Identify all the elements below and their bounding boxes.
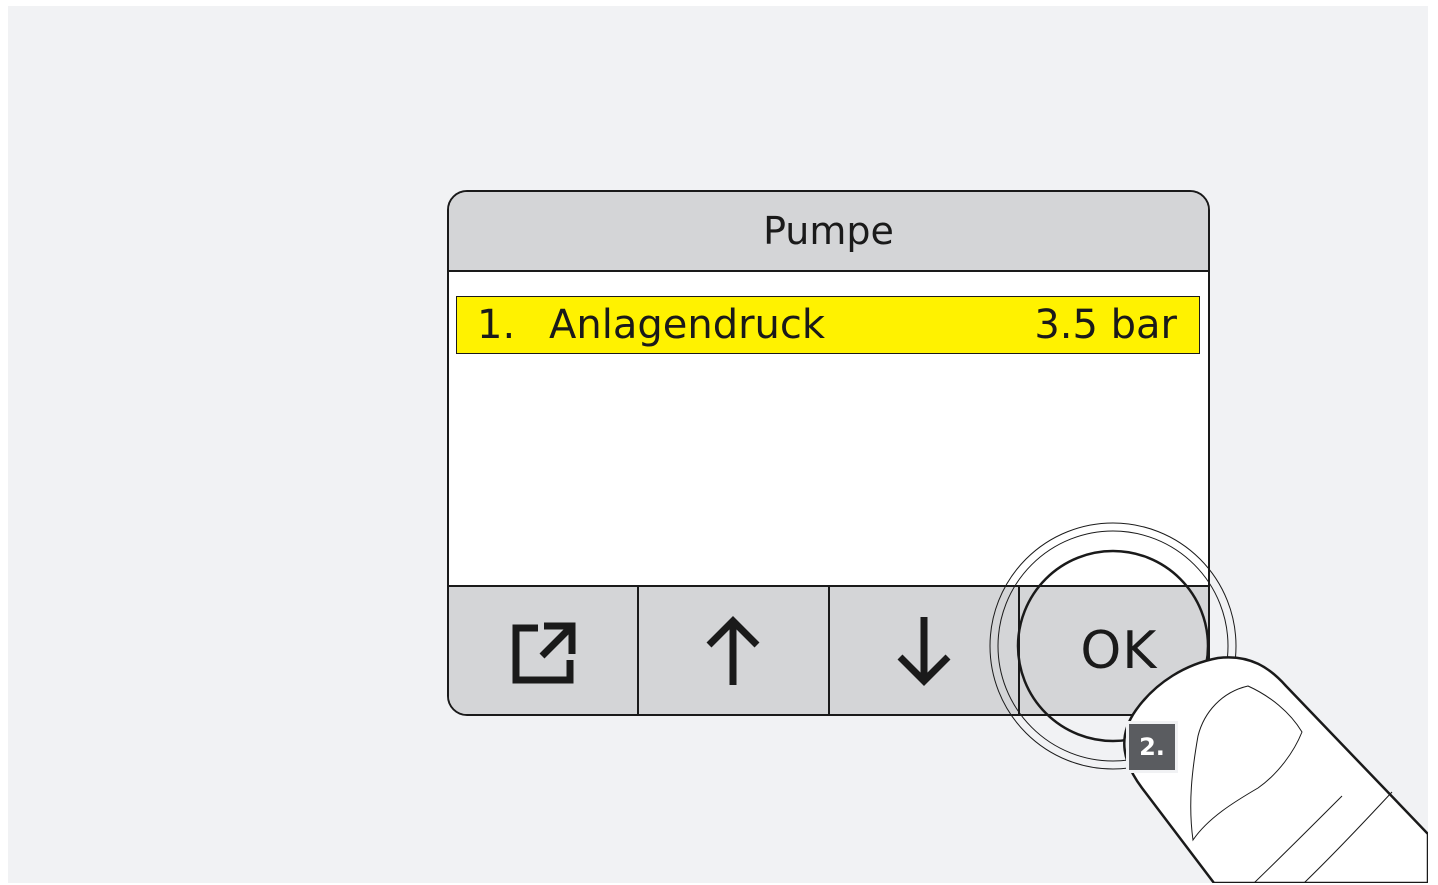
step-badge: 2.	[1126, 721, 1178, 773]
finger-icon	[1123, 656, 1428, 883]
illustration-canvas: Pumpe 1. Anlagendruck 3.5 bar OK 2.	[8, 6, 1428, 883]
